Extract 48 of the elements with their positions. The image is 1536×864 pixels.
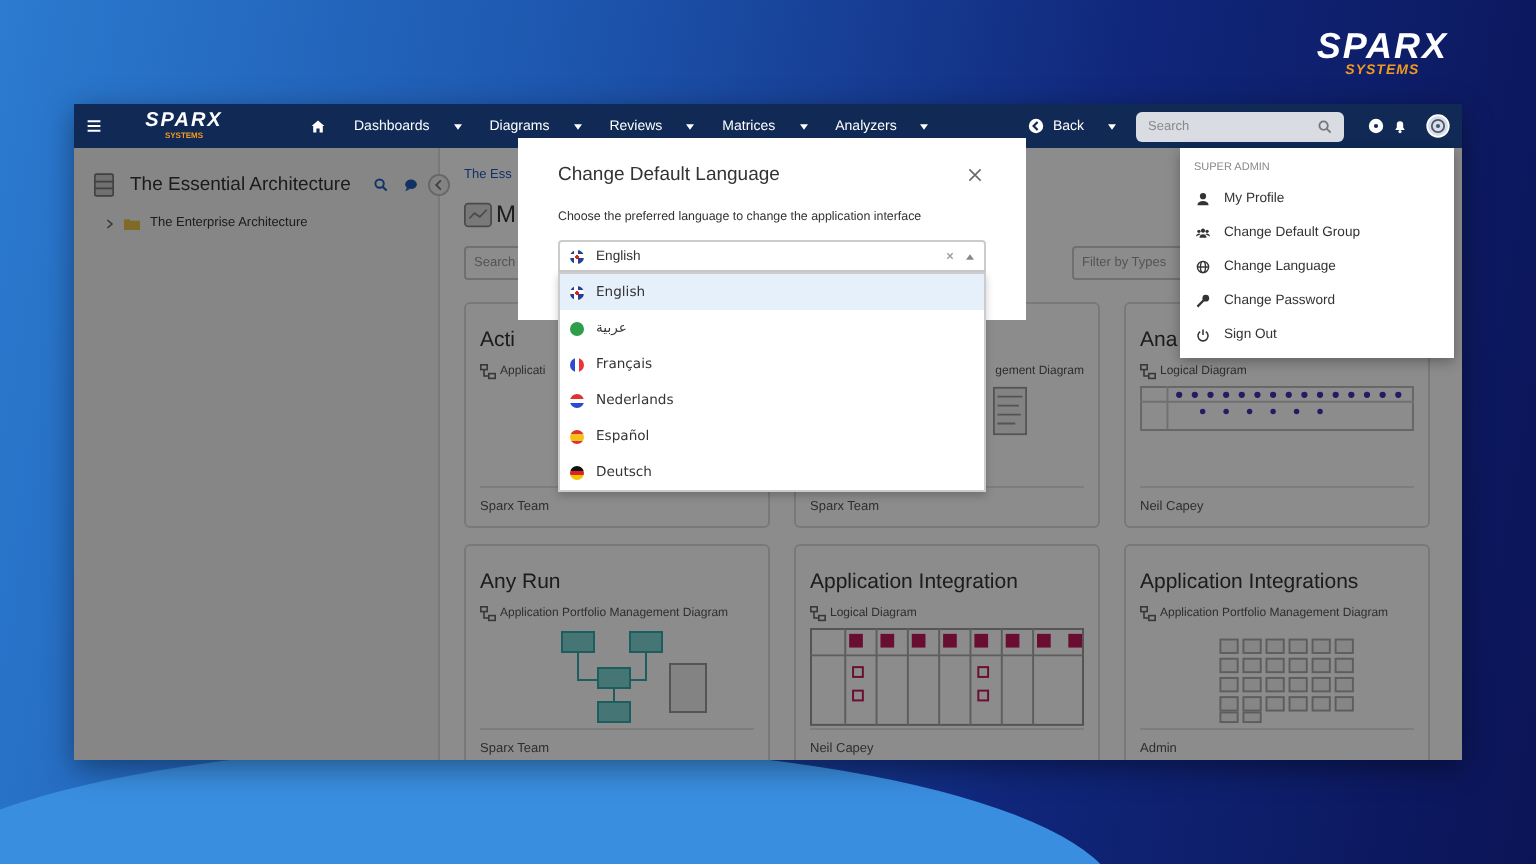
flag-icon	[570, 249, 584, 263]
card-title: Ana	[1140, 328, 1178, 352]
home-icon[interactable]	[310, 118, 326, 134]
page-heading: M	[496, 200, 516, 228]
clear-icon[interactable]	[946, 252, 954, 260]
help-icon[interactable]	[1368, 118, 1384, 134]
search-icon[interactable]	[1318, 119, 1332, 133]
flag-icon	[570, 321, 584, 335]
flag-icon	[570, 393, 584, 407]
card-title: Any Run	[480, 570, 561, 594]
card-title: Application Integration	[810, 570, 1018, 594]
avatar-icon[interactable]	[1426, 114, 1450, 138]
back-icon[interactable]	[1028, 118, 1045, 134]
flag-icon	[570, 285, 584, 299]
globe-icon	[1196, 260, 1210, 274]
group-icon	[1196, 226, 1210, 240]
diagram-type-icon	[810, 605, 826, 621]
diagram-type-icon	[480, 363, 496, 379]
menu-icon[interactable]	[86, 118, 102, 134]
diagram-icon	[464, 201, 492, 227]
diagram-type-icon	[1140, 363, 1156, 379]
caret-icon[interactable]	[686, 123, 695, 129]
sidebar-title: The Essential Architecture	[130, 174, 351, 196]
caret-icon[interactable]	[920, 123, 929, 129]
flag-icon	[570, 429, 584, 443]
card-title: Application Integrations	[1140, 570, 1359, 594]
caret-icon[interactable]	[799, 123, 808, 129]
diagram-type-icon	[1140, 605, 1156, 621]
caret-icon[interactable]	[1108, 123, 1116, 129]
power-icon	[1196, 328, 1210, 342]
dialog-title: Change Default Language	[558, 164, 780, 186]
diagram-type-icon	[480, 605, 496, 621]
chevron-icon[interactable]	[106, 217, 114, 229]
repository-icon	[94, 172, 114, 198]
flag-icon	[570, 465, 584, 479]
person-icon	[1196, 192, 1210, 206]
caret-icon[interactable]	[573, 123, 582, 129]
card-title: Acti	[480, 328, 516, 352]
search-icon[interactable]	[374, 178, 389, 192]
caret-icon[interactable]	[453, 123, 462, 129]
collapse-handle-icon[interactable]	[428, 174, 450, 196]
folder-icon	[124, 217, 140, 229]
chat-icon[interactable]	[404, 178, 419, 192]
flag-icon	[570, 357, 584, 371]
bell-icon[interactable]	[1392, 118, 1408, 134]
close-icon[interactable]	[968, 168, 982, 182]
diagram-thumbnail-drawing	[991, 386, 1027, 436]
key-icon	[1196, 294, 1210, 308]
